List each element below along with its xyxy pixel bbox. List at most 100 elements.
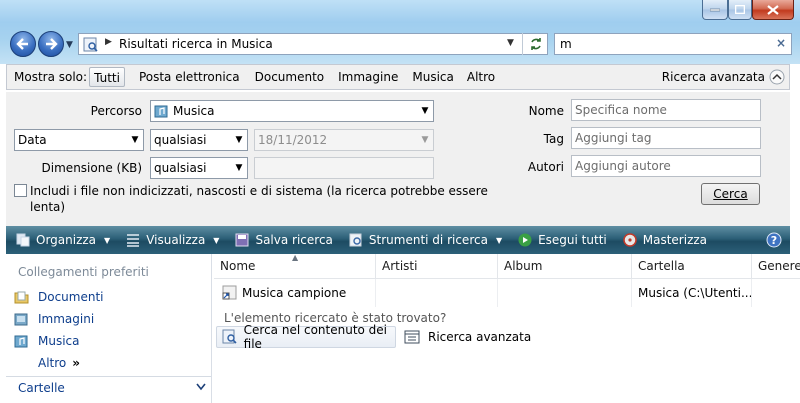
- organize-menu[interactable]: Organizza ▼: [6, 228, 118, 252]
- address-dropdown-icon[interactable]: ▼: [507, 38, 514, 48]
- save-search-button[interactable]: Salva ricerca: [227, 228, 340, 252]
- column-header-album[interactable]: Album: [498, 254, 632, 278]
- forward-arrow-icon: [46, 38, 58, 50]
- shortcut-icon: [222, 285, 237, 300]
- column-header-artists[interactable]: Artisti: [376, 254, 498, 278]
- path-select[interactable]: Musica ▼: [150, 100, 434, 122]
- chevron-down-icon: ▼: [235, 163, 243, 173]
- filter-image[interactable]: Immagine: [332, 67, 404, 87]
- maximize-button[interactable]: [728, 0, 752, 20]
- help-icon: ?: [766, 232, 782, 248]
- advanced-search-toggle[interactable]: Ricerca avanzata: [656, 67, 767, 87]
- name-field[interactable]: Specifica nome: [571, 99, 761, 121]
- column-header-label: Cartella: [638, 259, 685, 273]
- search-input[interactable]: m: [560, 37, 572, 51]
- breadcrumb-chevron-icon[interactable]: ▶: [105, 37, 112, 47]
- forward-button[interactable]: [38, 31, 64, 57]
- search-box[interactable]: m ×: [554, 33, 792, 55]
- refresh-button[interactable]: [522, 33, 548, 55]
- filter-email[interactable]: Posta elettronica: [133, 67, 246, 87]
- music-folder-icon: [14, 335, 28, 348]
- view-menu[interactable]: Visualizza ▼: [118, 228, 227, 252]
- authors-placeholder: Aggiungi autore: [575, 159, 671, 173]
- search-tools-menu[interactable]: Strumenti di ricerca ▼: [341, 228, 510, 252]
- nav-link-pictures[interactable]: Immagini: [6, 308, 211, 330]
- organize-icon: [16, 233, 30, 247]
- pictures-folder-icon: [14, 313, 28, 326]
- filter-all[interactable]: Tutti: [89, 67, 125, 87]
- minimize-icon: [710, 8, 720, 11]
- recent-pages-dropdown[interactable]: ▼: [66, 40, 73, 50]
- address-bar[interactable]: ▶ Risultati ricerca in Musica ▼: [78, 33, 548, 55]
- minimize-button[interactable]: [702, 0, 728, 20]
- save-icon: [235, 233, 249, 247]
- tag-label: Tag: [543, 132, 564, 146]
- nav-link-music[interactable]: Musica: [6, 330, 211, 352]
- tag-placeholder: Aggiungi tag: [575, 131, 652, 145]
- maximize-icon: [735, 5, 745, 14]
- nav-more-label: Altro: [38, 356, 67, 370]
- column-header-folder[interactable]: Cartella: [632, 254, 752, 278]
- command-toolbar: Organizza ▼ Visualizza ▼ Salva ricerca S…: [6, 226, 790, 254]
- nav-link-documents[interactable]: Documenti: [6, 286, 211, 308]
- chevron-down-icon[interactable]: [196, 383, 206, 391]
- chevron-up-icon: [769, 69, 785, 85]
- filter-music[interactable]: Musica: [406, 67, 460, 87]
- include-nonindexed-checkbox[interactable]: [14, 184, 27, 197]
- date-operator-select[interactable]: qualsiasi ▼: [150, 129, 248, 151]
- size-input[interactable]: [254, 157, 434, 179]
- search-tools-icon: [349, 233, 362, 247]
- music-folder-icon: [154, 105, 168, 118]
- advanced-search-label: Ricerca avanzata: [428, 330, 532, 344]
- burn-button[interactable]: Masterizza: [615, 228, 715, 252]
- search-tools-label: Strumenti di ricerca: [368, 233, 488, 247]
- filter-other[interactable]: Altro: [461, 67, 501, 87]
- path-label: Percorso: [90, 104, 142, 118]
- chevron-down-icon: ▼: [131, 135, 139, 145]
- double-chevron-icon: »: [72, 356, 81, 370]
- chevron-down-icon: ▼: [213, 235, 220, 245]
- column-header-label: Nome: [220, 259, 256, 273]
- column-header-genre[interactable]: Genere: [752, 254, 800, 278]
- back-button[interactable]: [10, 31, 36, 57]
- sort-ascending-icon: ▲: [292, 253, 299, 262]
- table-row[interactable]: Musica campione Musica (C:\Utenti...: [214, 279, 800, 307]
- include-nonindexed-label: Includi i file non indicizzati, nascosti…: [30, 184, 488, 198]
- divider: [375, 279, 376, 307]
- clear-search-icon[interactable]: ×: [776, 36, 786, 50]
- save-search-label: Salva ricerca: [255, 233, 333, 247]
- date-field-value: Data: [18, 133, 47, 147]
- show-only-label: Mostra solo:: [14, 70, 88, 84]
- organize-label: Organizza: [36, 233, 97, 247]
- authors-field[interactable]: Aggiungi autore: [571, 155, 761, 177]
- chevron-down-icon: ▼: [495, 235, 503, 245]
- filter-document[interactable]: Documento: [249, 67, 331, 87]
- refresh-icon: [530, 38, 541, 50]
- help-button[interactable]: ?: [758, 228, 790, 252]
- column-header-label: Album: [504, 259, 543, 273]
- advanced-search-link[interactable]: Ricerca avanzata: [400, 326, 531, 348]
- favorite-links-header: Collegamenti preferiti: [18, 265, 149, 279]
- close-icon: [767, 4, 779, 15]
- search-file-contents-button[interactable]: Cerca nel contenuto dei file: [216, 323, 396, 351]
- date-field-select[interactable]: Data ▼: [14, 129, 144, 151]
- nav-link-label: Immagini: [38, 312, 95, 326]
- search-file-contents-label: Cerca nel contenuto dei file: [243, 323, 388, 351]
- close-button[interactable]: [752, 0, 794, 20]
- tag-field[interactable]: Aggiungi tag: [571, 127, 761, 149]
- nav-link-label: Musica: [38, 334, 80, 348]
- run-all-label: Esegui tutti: [538, 233, 607, 247]
- search-button[interactable]: Cerca: [701, 183, 760, 205]
- size-operator-select[interactable]: qualsiasi ▼: [150, 157, 248, 179]
- size-label: Dimensione (KB): [41, 161, 142, 175]
- run-all-button[interactable]: Esegui tutti: [510, 228, 615, 252]
- folders-header[interactable]: Cartelle: [18, 381, 65, 395]
- collapse-advanced-button[interactable]: [767, 67, 787, 87]
- nav-more[interactable]: Altro »: [6, 352, 211, 374]
- burn-disc-icon: [623, 233, 637, 247]
- file-folder: Musica (C:\Utenti...: [638, 286, 753, 300]
- back-arrow-icon: [16, 38, 28, 50]
- name-placeholder: Specifica nome: [575, 103, 667, 117]
- divider: [631, 279, 632, 307]
- date-picker[interactable]: 18/11/2012 ▼: [254, 129, 434, 151]
